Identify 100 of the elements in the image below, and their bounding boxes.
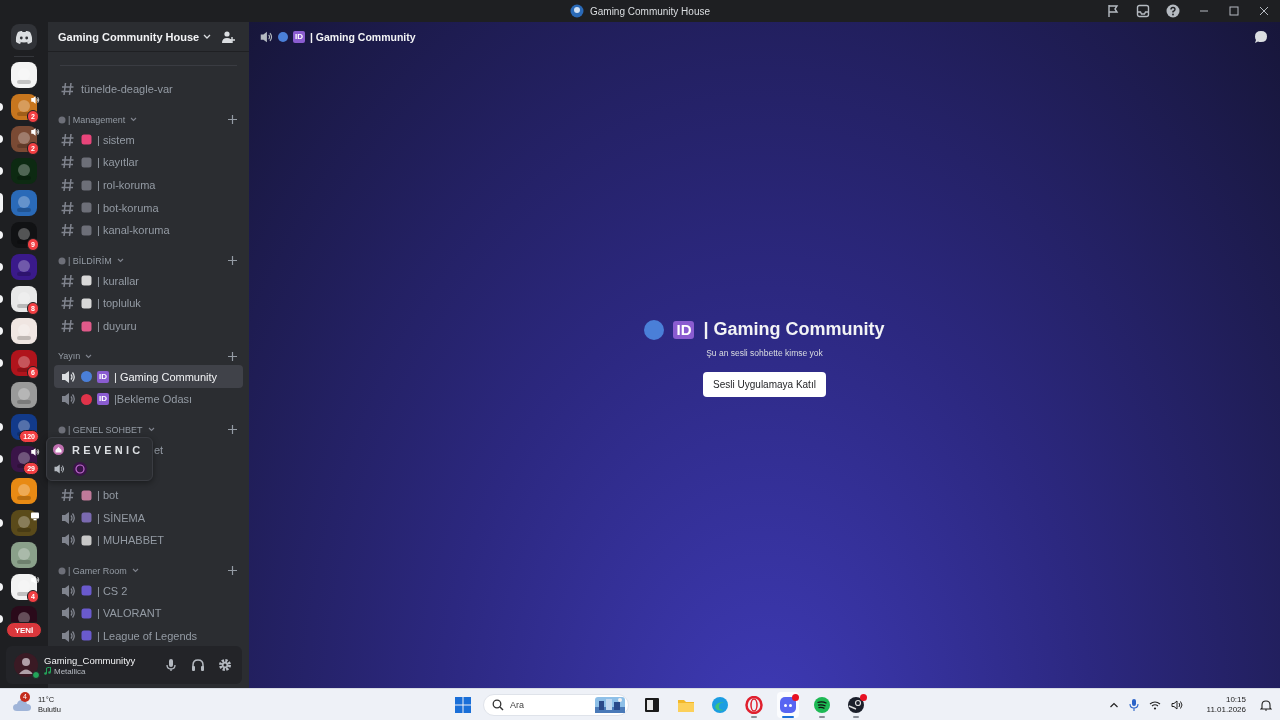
server-icon[interactable] <box>11 286 37 312</box>
activity-text: Metallica <box>54 666 86 676</box>
channel-item[interactable]: | kanal-koruma <box>54 218 243 242</box>
hash-icon <box>60 272 76 289</box>
clock-time[interactable]: 10:15 <box>1225 694 1246 705</box>
clock-date[interactable]: 11.01.2026 <box>1206 704 1246 715</box>
add-person-icon[interactable] <box>221 29 235 44</box>
avatar-icon <box>73 461 87 476</box>
headphones-icon[interactable] <box>191 658 205 672</box>
emblem-icon <box>58 566 66 575</box>
notification-bell-icon[interactable] <box>1260 698 1272 711</box>
speaker-icon <box>60 391 76 408</box>
volume-icon[interactable] <box>1170 699 1183 710</box>
channel-item[interactable]: | League of Legends <box>54 624 243 648</box>
speaker-icon <box>60 628 76 644</box>
home-button[interactable] <box>11 24 37 50</box>
chevron-down-icon <box>131 568 139 573</box>
chevron-down-icon <box>147 427 155 433</box>
discord-icon <box>779 695 797 714</box>
speaker-icon <box>60 532 76 549</box>
tag-badge: ID <box>97 370 109 383</box>
edge-icon <box>711 695 729 714</box>
channel-item[interactable]: | VALORANT <box>54 602 243 625</box>
inbox-icon[interactable] <box>1136 4 1150 18</box>
channel-item[interactable]: tünelde-deagle-var <box>54 78 243 101</box>
hash-icon <box>60 154 76 171</box>
channel-item[interactable]: | rol-koruma <box>54 173 243 197</box>
hash-icon <box>60 318 76 335</box>
hash-icon <box>60 81 76 98</box>
hash-icon <box>60 295 76 312</box>
help-icon[interactable] <box>1166 4 1180 18</box>
category-header[interactable]: Yayın <box>58 351 93 362</box>
house-icon <box>53 444 64 455</box>
emblem-icon <box>58 425 66 434</box>
add-channel-icon[interactable] <box>228 115 237 125</box>
new-label[interactable]: YENİ <box>6 622 42 638</box>
window-title: Gaming Community House <box>589 5 710 17</box>
server-icon[interactable] <box>11 542 37 568</box>
server-name[interactable]: Gaming Community House <box>58 30 212 43</box>
channel-title: | Gaming Community <box>703 319 885 340</box>
channel-item[interactable]: | kayıtlar <box>54 151 243 174</box>
speaker-icon <box>259 30 273 44</box>
flag-icon[interactable] <box>1106 4 1120 18</box>
hash-icon <box>60 131 76 148</box>
channel-item[interactable]: | kurallar <box>54 269 243 293</box>
speaker-icon <box>60 509 76 526</box>
add-channel-icon[interactable] <box>228 566 237 575</box>
channel-item[interactable]: ID |Bekleme Odası <box>54 387 243 411</box>
category-header[interactable]: | BİLDİRİM <box>58 255 124 266</box>
emblem-icon <box>58 256 66 265</box>
hash-icon <box>60 487 76 503</box>
tag-badge: ID <box>293 31 305 43</box>
channel-item[interactable]: | MUHABBET <box>54 528 243 552</box>
tag-badge: ID <box>673 320 695 339</box>
server-icon[interactable] <box>11 382 37 408</box>
speaker-icon <box>60 368 76 385</box>
category-header[interactable]: | Gamer Room <box>58 565 139 576</box>
channel-item[interactable]: | bot <box>54 483 243 507</box>
channel-item[interactable]: | duyuru <box>54 314 243 338</box>
server-name: REVENIC <box>72 443 144 456</box>
channel-item[interactable]: | sistem <box>54 128 243 152</box>
add-channel-icon[interactable] <box>228 351 237 361</box>
speaker-icon <box>53 462 65 475</box>
channel-item[interactable]: | CS 2 <box>54 579 243 603</box>
channel-title: | Gaming Community <box>310 31 416 43</box>
avatar-icon[interactable] <box>14 653 38 677</box>
chevron-down-icon <box>203 33 212 40</box>
user-name: Gaming_Communityy <box>44 654 136 667</box>
join-button[interactable]: Sesli Uygulamaya Katıl <box>703 372 826 397</box>
maximize-icon[interactable] <box>1228 5 1240 17</box>
add-channel-icon[interactable] <box>228 256 237 266</box>
empty-message: Şu an sesli sohbette kimse yok <box>706 348 823 358</box>
server-icon[interactable] <box>11 350 37 376</box>
spotify-icon <box>813 695 831 714</box>
close-icon[interactable] <box>1258 5 1270 17</box>
server-icon[interactable] <box>11 222 37 248</box>
category-header[interactable]: | GENEL SOHBET <box>58 424 155 435</box>
start-icon[interactable] <box>455 696 471 713</box>
wifi-icon[interactable] <box>1148 699 1161 710</box>
server-icon[interactable] <box>11 62 37 88</box>
server-icon[interactable] <box>11 510 37 536</box>
category-header[interactable]: | Management <box>58 114 138 125</box>
server-icon <box>569 4 584 18</box>
add-channel-icon[interactable] <box>228 425 237 435</box>
channel-item[interactable]: | bot-koruma <box>54 196 243 219</box>
chat-bubble-icon[interactable] <box>1254 30 1268 44</box>
hash-icon <box>60 222 76 239</box>
music-note-icon <box>44 667 51 675</box>
server-icon[interactable] <box>11 318 37 344</box>
cloud-icon[interactable] <box>12 697 32 712</box>
server-icon[interactable] <box>11 478 37 504</box>
channel-item[interactable]: | topluluk <box>54 292 243 315</box>
microphone-icon[interactable] <box>164 658 178 672</box>
chevron-down-icon <box>130 117 138 123</box>
hash-icon <box>60 199 76 216</box>
channel-item[interactable]: ID | Gaming Community <box>54 365 243 388</box>
channel-item[interactable]: | SİNEMA <box>54 506 243 529</box>
microphone-icon[interactable] <box>1128 698 1139 711</box>
settings-icon[interactable] <box>218 658 232 672</box>
speaker-icon <box>60 605 76 622</box>
